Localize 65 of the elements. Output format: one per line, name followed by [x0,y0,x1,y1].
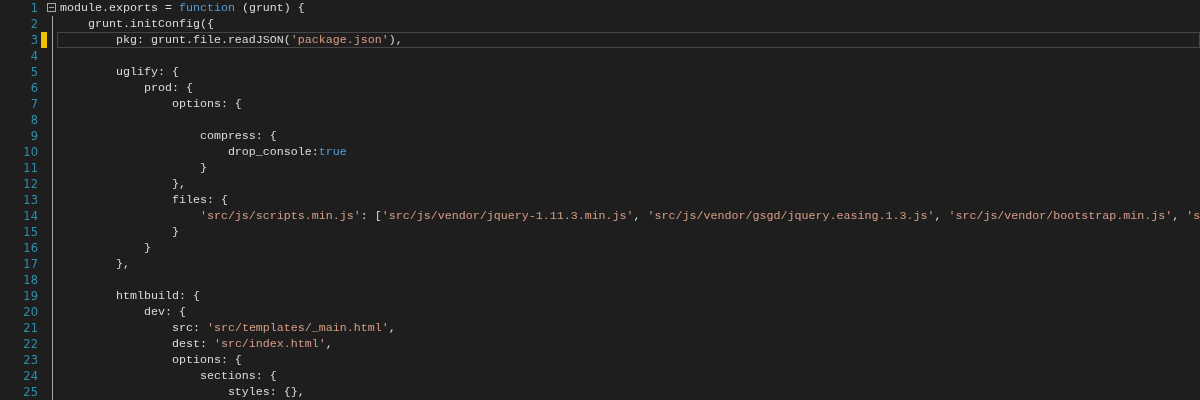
code-text: uglify: { [114,64,179,80]
line-number: 4 [29,48,38,64]
line-number: 21 [22,320,38,336]
code-text: dest: [170,336,208,352]
line-number: 7 [29,96,38,112]
line-number: 5 [29,64,38,80]
line-number: 10 [22,144,38,160]
code-text: 's [1186,208,1200,224]
code-text: options: { [170,352,242,368]
code-text: } [198,160,207,176]
line-number: 16 [22,240,38,256]
line-number: 9 [29,128,38,144]
code-text: : [ [360,208,382,224]
code-text: 'src/templates/_main.html' [206,320,389,336]
code-text: 'src/js/vendor/gsgd/jquery.easing.1.3.js' [647,208,935,224]
line-number: 13 [22,192,38,208]
code-text: , [325,336,333,352]
code-text: , [633,208,642,224]
code-text: 'src/index.html' [213,336,326,352]
line-number: 18 [22,272,38,288]
code-text: compress: { [198,128,277,144]
code-text: function [178,0,235,16]
code-text: ), [388,32,403,48]
code-text: pkg: grunt.file.readJSON( [114,32,291,48]
code-text: , [934,208,943,224]
line-number: 12 [22,176,38,192]
line-number: 23 [22,352,38,368]
line-number: 17 [22,256,38,272]
line-number: 1 [29,0,38,16]
line-number: 14 [22,208,38,224]
line-number: 6 [29,80,38,96]
line-number: 11 [22,160,38,176]
code-text: src: [170,320,201,336]
code-text: 'src/js/vendor/bootstrap.min.js' [948,208,1173,224]
line-number: 24 [22,368,38,384]
code-text: 'src/js/vendor/jquery-1.11.3.min.js' [381,208,634,224]
line-number: 22 [22,336,38,352]
code-text: module.exports = [60,0,173,16]
code-text: , [1172,208,1181,224]
line-number: 3 [29,32,38,48]
code-text: htmlbuild: { [114,288,200,304]
line-number: 8 [29,112,38,128]
code-text: } [142,240,151,256]
code-text: options: { [170,96,242,112]
code-text: sections: { [198,368,277,384]
code-text: styles: {}, [226,384,305,400]
code-text: (grunt) { [240,0,305,16]
code-text: drop_console: [226,144,319,160]
code-text: prod: { [142,80,193,96]
line-number: 2 [29,16,38,32]
code-text: true [318,144,347,160]
code-text: , [388,320,396,336]
code-text: files: { [170,192,228,208]
code-text: dev: { [142,304,186,320]
line-number: 25 [22,384,38,400]
code-text: grunt.initConfig({ [86,16,214,32]
code-text: }, [170,176,186,192]
line-number: 20 [22,304,38,320]
code-text: } [170,224,179,240]
line-number: 15 [22,224,38,240]
collapse-icon[interactable] [47,3,56,12]
line-number: 19 [22,288,38,304]
code-text: 'package.json' [290,32,389,48]
code-text: 'src/js/scripts.min.js' [198,208,361,224]
code-text: }, [114,256,130,272]
